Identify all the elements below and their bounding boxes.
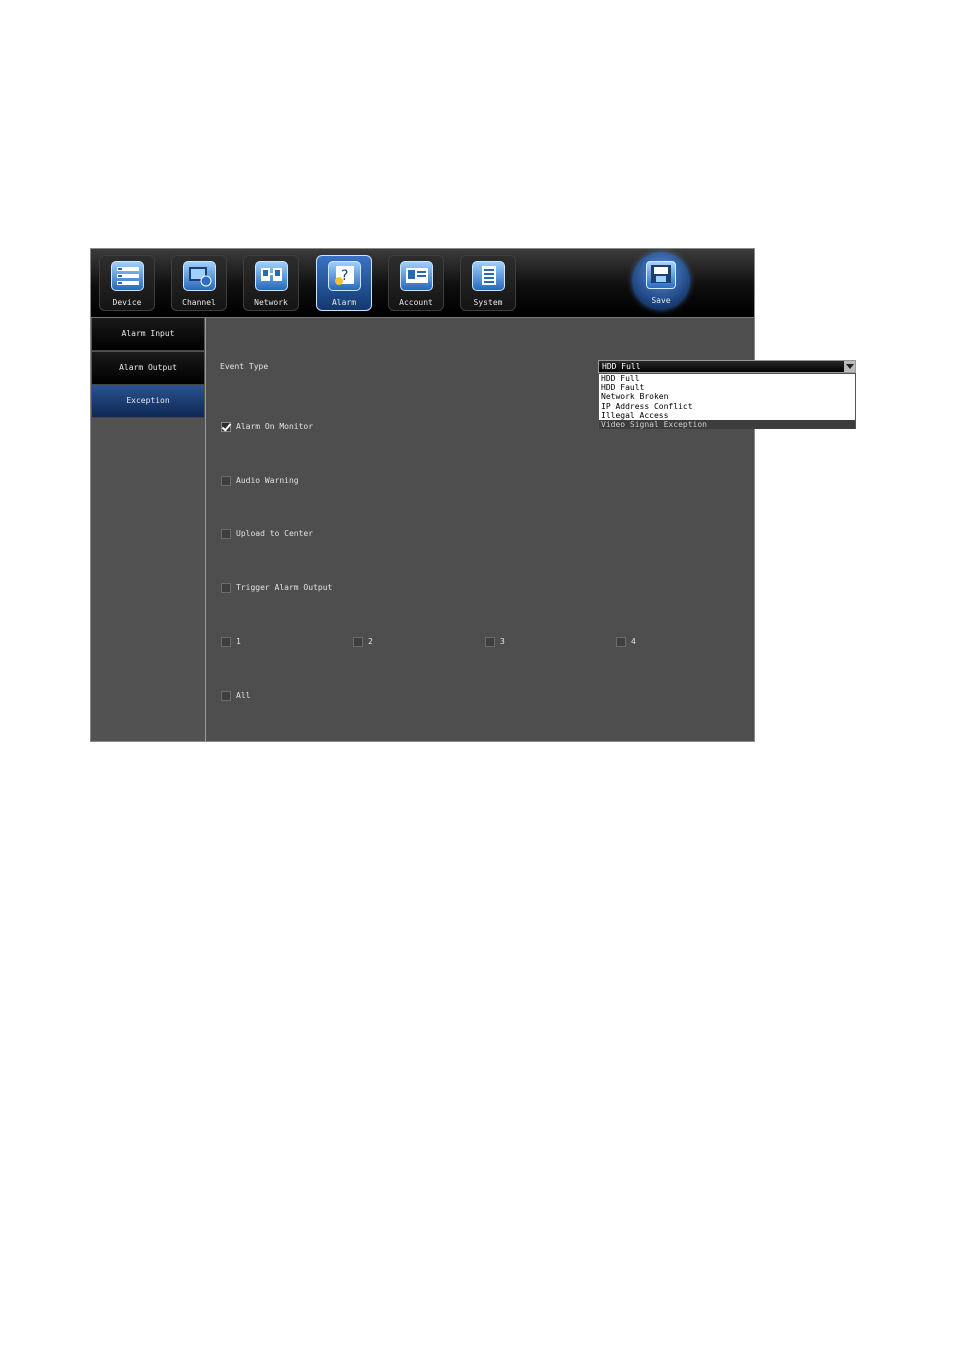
sidebar-item-alarm-input[interactable]: Alarm Input <box>92 318 204 351</box>
event-type-option[interactable]: IP Address Conflict <box>599 402 855 411</box>
toolbar-system-button[interactable]: System <box>460 255 516 311</box>
event-type-option[interactable]: HDD Fault <box>599 383 855 392</box>
upload-to-center-label: Upload to Center <box>236 529 314 538</box>
output-2-checkbox[interactable] <box>353 637 363 647</box>
device-icon <box>111 261 144 291</box>
all-outputs-label: All <box>236 691 251 700</box>
exception-settings-panel: Event Type HDD Full HDD Full HDD Fault N… <box>206 318 856 741</box>
event-type-value: HDD Full <box>602 362 641 371</box>
toolbar-channel-label: Channel <box>182 298 216 307</box>
account-icon <box>400 261 433 291</box>
toolbar-system-label: System <box>473 298 503 307</box>
event-type-dropdown-list: HDD Full HDD Fault Network Broken IP Add… <box>598 373 856 430</box>
toolbar-device-button[interactable]: Device <box>99 255 155 311</box>
save-label: Save <box>651 296 671 305</box>
event-type-select[interactable]: HDD Full <box>598 360 856 373</box>
output-4-label: 4 <box>631 637 636 646</box>
toolbar-alarm-button[interactable]: ? Alarm <box>316 255 372 311</box>
event-type-option[interactable]: HDD Full <box>599 374 855 383</box>
save-button[interactable]: Save <box>632 252 690 310</box>
toolbar-account-button[interactable]: Account <box>388 255 444 311</box>
system-icon <box>472 261 505 291</box>
toolbar-network-button[interactable]: Network <box>243 255 299 311</box>
upload-to-center-checkbox[interactable] <box>221 529 231 539</box>
sidebar-item-alarm-output[interactable]: Alarm Output <box>92 352 204 385</box>
audio-warning-label: Audio Warning <box>236 476 299 485</box>
event-type-label: Event Type <box>220 362 269 371</box>
output-2-label: 2 <box>368 637 373 646</box>
alarm-on-monitor-checkbox[interactable] <box>221 422 231 432</box>
output-4-checkbox[interactable] <box>616 637 626 647</box>
sidebar: Alarm Input Alarm Output Exception <box>91 318 206 741</box>
alarm-on-monitor-label: Alarm On Monitor <box>236 422 314 431</box>
top-toolbar: Device Channel Network ? Alarm Account S… <box>91 249 754 318</box>
output-3-checkbox[interactable] <box>485 637 495 647</box>
toolbar-account-label: Account <box>399 298 433 307</box>
event-type-option[interactable]: Illegal Access <box>599 411 855 420</box>
channel-icon <box>183 261 216 291</box>
sidebar-item-exception[interactable]: Exception <box>92 385 204 418</box>
all-outputs-checkbox[interactable] <box>221 691 231 701</box>
toolbar-network-label: Network <box>254 298 288 307</box>
event-type-option[interactable]: Network Broken <box>599 392 855 401</box>
audio-warning-checkbox[interactable] <box>221 476 231 486</box>
alarm-config-window: x Device Channel Network ? Alarm <box>90 248 856 742</box>
output-1-checkbox[interactable] <box>221 637 231 647</box>
save-icon <box>646 261 676 289</box>
toolbar-device-label: Device <box>112 298 142 307</box>
output-3-label: 3 <box>500 637 505 646</box>
trigger-alarm-output-checkbox[interactable] <box>221 583 231 593</box>
toolbar-channel-button[interactable]: Channel <box>171 255 227 311</box>
toolbar-alarm-label: Alarm <box>331 298 357 307</box>
chevron-down-icon[interactable] <box>844 361 855 372</box>
network-icon <box>255 261 288 291</box>
output-1-label: 1 <box>236 637 241 646</box>
alarm-icon: ? <box>328 261 361 291</box>
event-type-option-highlighted[interactable]: Video Signal Exception <box>599 419 855 430</box>
trigger-alarm-output-label: Trigger Alarm Output <box>236 583 333 592</box>
